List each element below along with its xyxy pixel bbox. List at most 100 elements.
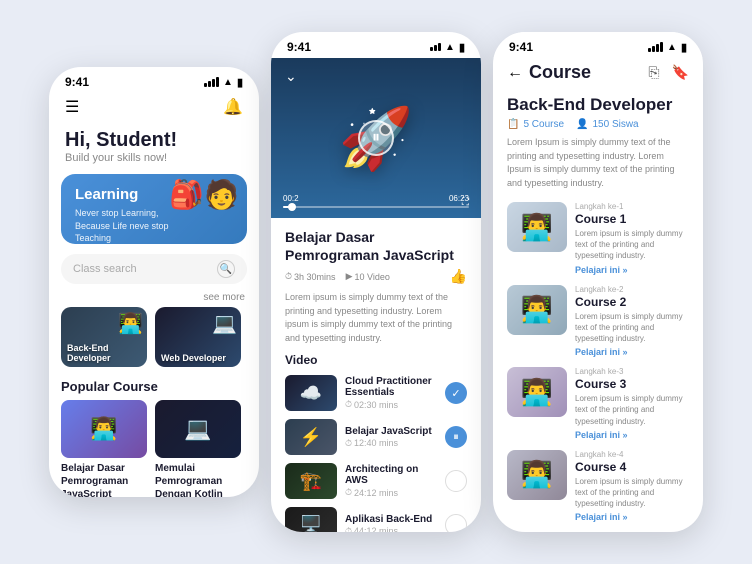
status-bar-right: 9:41 ▲ ▮ [493, 32, 703, 58]
video-thumb-4: 🖥️ [285, 507, 337, 532]
course-item-img-3: 👨‍💻 [507, 367, 567, 417]
video-count-stat: ▶ 10 Video [346, 271, 390, 282]
course-item-link-4[interactable]: Pelajari ini » [575, 512, 689, 522]
course-item-img-4: 👨‍💻 [507, 450, 567, 500]
search-icon[interactable]: 🔍 [217, 260, 235, 278]
video-item-4[interactable]: 🖥️ Aplikasi Back-End ⏱ 44:12 mins [285, 507, 467, 532]
banner-illustration: 🎒🧑 [169, 178, 239, 211]
video-item-title-1: Cloud Practitioner Essentials [345, 376, 437, 398]
like-icon[interactable]: 👍 [450, 268, 467, 285]
video-item-title-2: Belajar JavaScript [345, 426, 437, 437]
wifi-icon: ▲ [223, 77, 233, 88]
hamburger-icon[interactable]: ☰ [65, 97, 79, 117]
search-bar[interactable]: Class search 🔍 [61, 254, 247, 284]
course-title-section: Back-End Developer 📋 5 Course 👤 150 Sisw… [493, 91, 703, 196]
signal-icon-r [648, 42, 663, 52]
course-item-4[interactable]: 👨‍💻 Langkah ke-4 Course 4 Lorem ipsum is… [507, 450, 689, 523]
signal-icon [204, 77, 219, 87]
progress-times: 00:2 06:23 [283, 194, 469, 203]
course-item-link-2[interactable]: Pelajari ini » [575, 347, 689, 357]
wifi-icon-m: ▲ [445, 42, 455, 53]
video-status-empty-4 [445, 514, 467, 532]
video-item-title-3: Architecting on AWS [345, 464, 437, 486]
video-item-3[interactable]: 🏗️ Architecting on AWS ⏱ 24:12 mins [285, 463, 467, 499]
progress-track[interactable]: ⛶ [283, 206, 469, 208]
course-item-desc-4: Lorem ipsum is simply dummy text of the … [575, 476, 689, 510]
video-item-duration-4: ⏱ 44:12 mins [345, 526, 437, 532]
right-header: ← Course ⎘ 🔖 [493, 58, 703, 91]
video-title: Belajar Dasar Pemrograman JavaScript [285, 228, 467, 264]
status-icons-right: ▲ ▮ [648, 41, 687, 54]
play-pause-button[interactable]: ⏸ [358, 120, 394, 156]
see-more-row: see more [49, 292, 259, 307]
video-item-1[interactable]: ☁️ Cloud Practitioner Essentials ⏱ 02:30… [285, 375, 467, 411]
share-icon[interactable]: ⎘ [648, 64, 659, 81]
course-item-text-2: Langkah ke-2 Course 2 Lorem ipsum is sim… [575, 285, 689, 358]
wifi-icon-r: ▲ [667, 42, 677, 53]
video-item-2[interactable]: ⚡ Belajar JavaScript ⏱ 12:40 mins ⏸ [285, 419, 467, 455]
course-item-title-4: Course 4 [575, 460, 689, 474]
course-item-text-1: Langkah ke-1 Course 1 Lorem ipsum is sim… [575, 202, 689, 275]
popular-card-js[interactable]: 👨‍💻 Belajar Dasar Pemrograman JavaScript… [61, 400, 147, 497]
course-header-title: Course [529, 62, 591, 83]
back-arrow-icon[interactable]: ← [507, 64, 523, 82]
course-item-3[interactable]: 👨‍💻 Langkah ke-3 Course 3 Lorem ipsum is… [507, 367, 689, 440]
course-item-link-3[interactable]: Pelajari ini » [575, 430, 689, 440]
left-phone: 9:41 ▲ ▮ ☰ 🔔 Hi, Student! Build your ski… [49, 67, 259, 497]
course-cards-row: Back-End Developer 👨‍💻 Web Developer 💻 [49, 307, 259, 377]
popular-img-kotlin: 💻 [155, 400, 241, 458]
course-img-person-1: 👨‍💻 [521, 212, 553, 243]
video-progress-bar: 00:2 06:23 ⛶ [283, 194, 469, 208]
course-stat-count: 📋 5 Course [507, 119, 564, 130]
video-list-section: Video ☁️ Cloud Practitioner Essentials ⏱… [271, 353, 481, 532]
card-person-icon: 👨‍💻 [118, 311, 143, 336]
popular-title: Popular Course [61, 379, 247, 394]
learning-banner: ✦ Learning Never stop Learning, Because … [61, 174, 247, 244]
course-item-desc-3: Lorem ipsum is simply dummy text of the … [575, 393, 689, 427]
search-placeholder: Class search [73, 263, 211, 275]
video-item-title-4: Aplikasi Back-End [345, 514, 437, 525]
duration-stat: ⏱ 3h 30mins [285, 271, 336, 282]
video-item-info-3: Architecting on AWS ⏱ 24:12 mins [345, 464, 437, 498]
course-stat-icon-2: 👤 [576, 119, 588, 130]
video-header: ⌄ 🚀 ⏸ 00:2 06:23 ⛶ [271, 58, 481, 218]
middle-phone: 9:41 ▲ ▮ ⌄ 🚀 ⏸ 00:2 06:23 [271, 32, 481, 532]
course-item-desc-1: Lorem ipsum is simply dummy text of the … [575, 228, 689, 262]
video-meta: ⏱ 3h 30mins ▶ 10 Video 👍 [285, 268, 467, 285]
banner-desc: Never stop Learning, Because Life neve s… [75, 207, 185, 244]
video-status-empty-3 [445, 470, 467, 492]
bell-icon[interactable]: 🔔 [223, 97, 243, 117]
course-stat-students: 👤 150 Siswa [576, 119, 639, 130]
popular-img-content-js: 👨‍💻 [61, 400, 147, 458]
battery-icon: ▮ [237, 76, 243, 89]
popular-card-kotlin[interactable]: 💻 Memulai Pemrograman Dengan Kotlin By E… [155, 400, 241, 497]
course-list: 👨‍💻 Langkah ke-1 Course 1 Lorem ipsum is… [493, 196, 703, 532]
course-stat-text-2: 150 Siswa [592, 119, 638, 130]
time-right: 9:41 [509, 40, 533, 54]
header-actions: ⎘ 🔖 [648, 64, 689, 81]
greeting-section: Hi, Student! Build your skills now! [49, 125, 259, 174]
course-item-img-1: 👨‍💻 [507, 202, 567, 252]
video-status-playing: ⏸ [445, 426, 467, 448]
signal-icon-m [430, 43, 441, 51]
course-step-2: Langkah ke-2 [575, 285, 689, 294]
course-main-title: Back-End Developer [507, 95, 689, 115]
course-item-title-2: Course 2 [575, 295, 689, 309]
course-card-backend[interactable]: Back-End Developer 👨‍💻 [61, 307, 147, 367]
time-left: 9:41 [65, 75, 89, 89]
popular-img-js: 👨‍💻 [61, 400, 147, 458]
video-chevron-icon[interactable]: ⌄ [285, 68, 297, 85]
popular-img-content-kotlin: 💻 [155, 400, 241, 458]
status-icons-left: ▲ ▮ [204, 76, 243, 89]
see-more-link[interactable]: see more [203, 292, 245, 303]
fullscreen-icon[interactable]: ⛶ [462, 197, 469, 208]
card-label-web: Web Developer [161, 353, 226, 363]
time-middle: 9:41 [287, 40, 311, 54]
course-card-web[interactable]: Web Developer 💻 [155, 307, 241, 367]
course-item-text-4: Langkah ke-4 Course 4 Lorem ipsum is sim… [575, 450, 689, 523]
course-item-link-1[interactable]: Pelajari ini » [575, 265, 689, 275]
bookmark-icon[interactable]: 🔖 [672, 64, 689, 81]
course-item-2[interactable]: 👨‍💻 Langkah ke-2 Course 2 Lorem ipsum is… [507, 285, 689, 358]
course-item-1[interactable]: 👨‍💻 Langkah ke-1 Course 1 Lorem ipsum is… [507, 202, 689, 275]
card-person-icon-2: 💻 [212, 311, 237, 336]
